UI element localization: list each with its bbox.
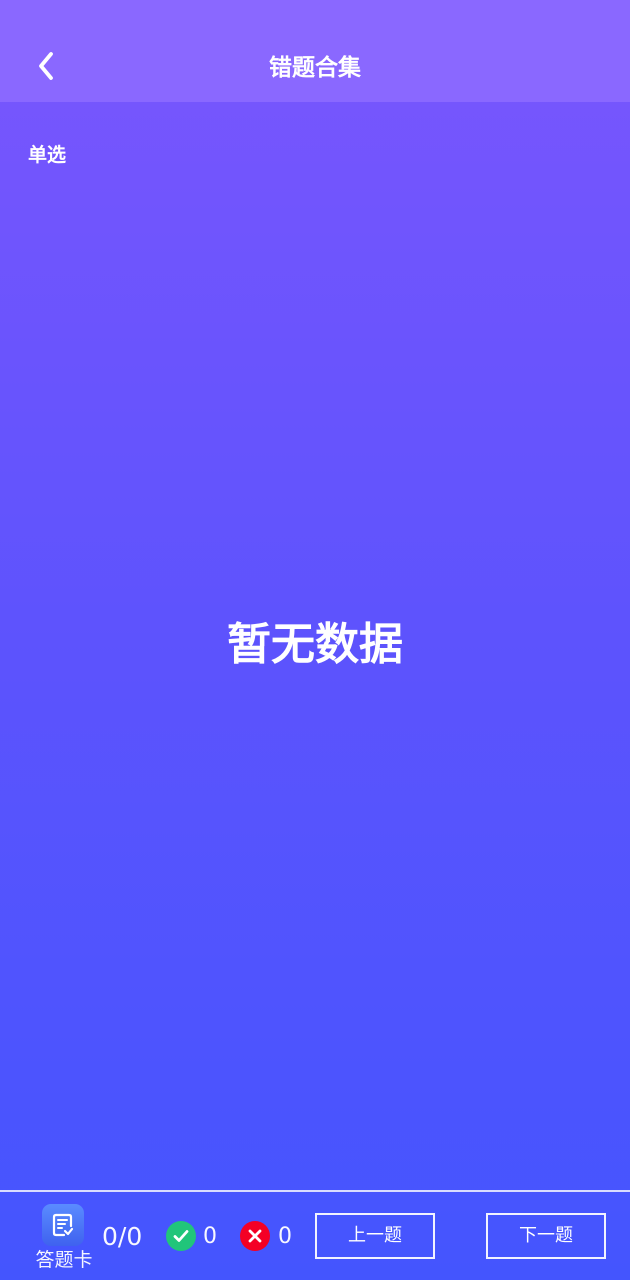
close-icon (240, 1221, 270, 1251)
check-icon (166, 1221, 196, 1251)
answer-card-icon (42, 1204, 84, 1246)
previous-question-button[interactable]: 上一题 (315, 1213, 435, 1259)
next-question-button[interactable]: 下一题 (486, 1213, 606, 1259)
bottom-navigation-bar: 答题卡 0/0 0 0 上一题 下一题 (0, 1190, 630, 1280)
wrong-count: 0 (278, 1224, 292, 1249)
correct-count: 0 (203, 1224, 217, 1249)
answer-card-button[interactable]: 答题卡 (32, 1204, 96, 1274)
empty-state-message: 暂无数据 (227, 619, 403, 670)
page-title: 错题合集 (269, 55, 361, 81)
answer-card-label: 答题卡 (35, 1249, 93, 1271)
progress-count: 0/0 (102, 1222, 143, 1251)
question-type-label: 单选 (28, 144, 67, 166)
header-bar: 错题合集 (0, 0, 630, 102)
wrong-questions-screen: 错题合集 单选 暂无数据 答题卡 0/0 0 0 上一题 下一题 (0, 0, 630, 1280)
